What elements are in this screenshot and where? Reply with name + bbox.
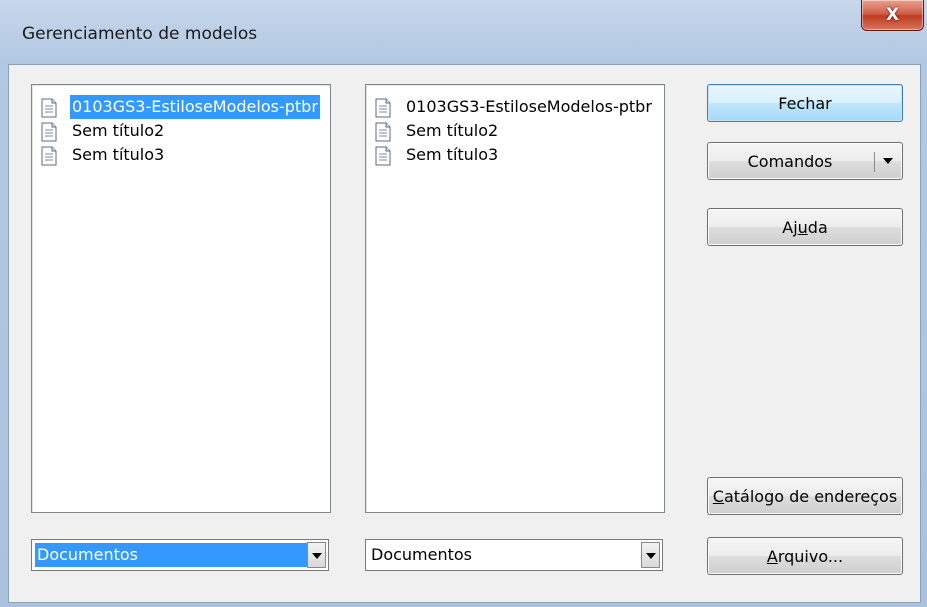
right-template-list[interactable]: 0103GS3-EstiloseModelos-ptbr Sem título2 [365, 84, 665, 513]
list-item-label: 0103GS3-EstiloseModelos-ptbr [406, 97, 652, 116]
split-divider [874, 152, 875, 172]
dropdown-button[interactable] [307, 542, 326, 568]
address-catalog-button-label: Catálogo de endereços [712, 486, 898, 506]
chevron-down-icon [312, 553, 322, 559]
dropdown-button[interactable] [641, 542, 660, 568]
right-location-select[interactable]: Documentos [365, 539, 663, 571]
close-button-label: Fechar [778, 93, 832, 113]
list-item[interactable]: 0103GS3-EstiloseModelos-ptbr [366, 95, 664, 119]
list-item[interactable]: Sem título2 [366, 119, 664, 143]
document-icon [375, 98, 391, 118]
dialog-content: 0103GS3-EstiloseModelos-ptbr Sem título2 [8, 64, 921, 603]
left-location-value: Documentos [35, 543, 309, 567]
close-button[interactable]: Fechar [707, 84, 903, 122]
document-icon [41, 122, 57, 142]
help-button[interactable]: Ajuda [707, 208, 903, 246]
list-item-label: Sem título3 [72, 145, 165, 164]
file-button[interactable]: Arquivo... [707, 537, 903, 575]
commands-button[interactable]: Comandos [707, 142, 903, 180]
list-item-label: Sem título2 [406, 121, 499, 140]
left-template-list[interactable]: 0103GS3-EstiloseModelos-ptbr Sem título2 [31, 84, 331, 513]
list-item-label: Sem título3 [406, 145, 499, 164]
document-icon [41, 146, 57, 166]
dialog-window: Gerenciamento de modelos X 0103GS3-Estil… [0, 0, 927, 607]
window-title: Gerenciamento de modelos [22, 24, 258, 44]
list-item-label: Sem título2 [72, 121, 165, 140]
chevron-down-icon [646, 553, 656, 559]
document-icon [375, 146, 391, 166]
close-icon: X [885, 5, 900, 25]
address-catalog-button[interactable]: Catálogo de endereços [707, 477, 903, 515]
document-icon [41, 98, 57, 118]
help-button-label: Ajuda [782, 217, 828, 237]
left-location-select[interactable]: Documentos [31, 539, 329, 571]
list-item-label: 0103GS3-EstiloseModelos-ptbr [70, 95, 320, 119]
list-item[interactable]: Sem título3 [366, 143, 664, 167]
right-location-value: Documentos [371, 545, 473, 564]
chevron-down-icon[interactable] [883, 158, 893, 164]
file-button-label: Arquivo... [766, 546, 844, 566]
document-icon [375, 122, 391, 142]
commands-button-label: Comandos [747, 151, 833, 171]
list-item[interactable]: 0103GS3-EstiloseModelos-ptbr [32, 95, 330, 119]
title-bar[interactable]: Gerenciamento de modelos X [0, 0, 927, 63]
close-window-button[interactable]: X [861, 0, 924, 31]
list-item[interactable]: Sem título3 [32, 143, 330, 167]
list-item[interactable]: Sem título2 [32, 119, 330, 143]
